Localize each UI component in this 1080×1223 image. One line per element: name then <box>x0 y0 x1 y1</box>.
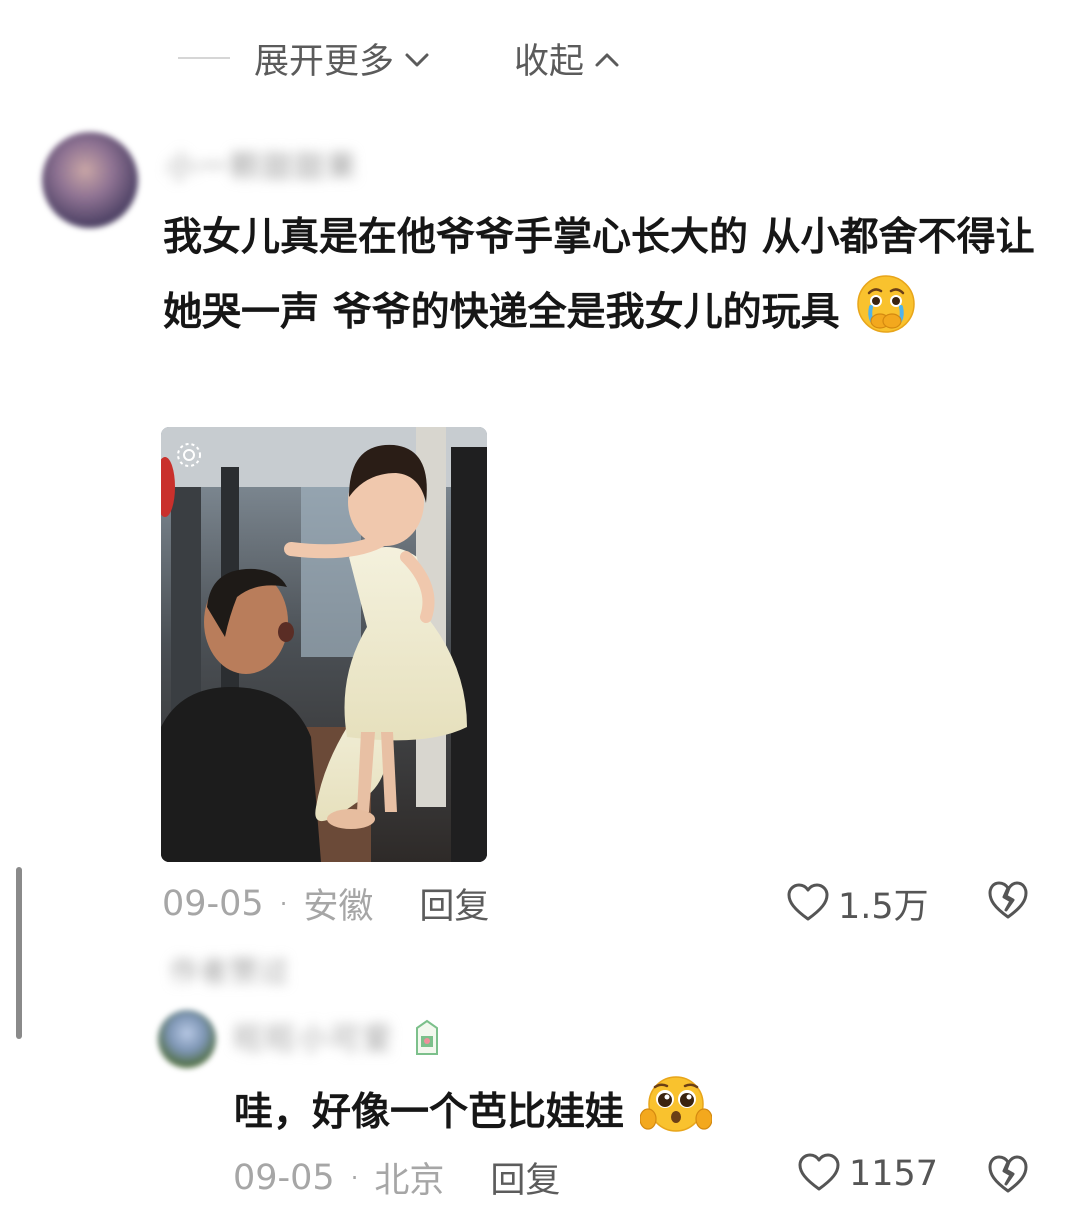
reply-text-body: 哇，好像一个芭比娃娃 <box>234 1090 625 1135</box>
meta-separator: · <box>350 1163 359 1192</box>
avatar[interactable] <box>42 132 138 228</box>
like-count: 1.5万 <box>838 887 929 927</box>
comment-photo[interactable] <box>161 427 487 862</box>
milk-carton-badge-icon <box>412 1018 442 1060</box>
reply-text: 哇，好像一个芭比娃娃 <box>234 1073 1080 1147</box>
broken-heart-icon <box>987 881 1029 924</box>
comment-location: 安徽 <box>303 887 374 927</box>
expand-more-label: 展开更多 <box>254 41 395 82</box>
dislike-button[interactable] <box>987 880 1029 924</box>
divider-line <box>178 57 230 59</box>
pleading-face-emoji-icon <box>638 1073 713 1135</box>
comment-date: 09-05 <box>162 883 264 924</box>
broken-heart-icon <box>987 1155 1029 1198</box>
chevron-down-icon <box>404 38 430 78</box>
reply-location: 北京 <box>374 1161 445 1201</box>
comment-author-name[interactable]: 小一颗甜甜果 <box>166 142 358 186</box>
reply-meta: 09-05 · 北京 回复 <box>233 1152 560 1203</box>
dislike-button[interactable] <box>987 1154 1029 1198</box>
reply-button[interactable]: 回复 <box>419 878 489 929</box>
like-count: 1157 <box>849 1154 939 1194</box>
comment-text: 我女儿真是在他爷爷手掌心长大的 从小都舍不得让她哭一声 爷爷的快递全是我女儿的玩… <box>163 202 1043 348</box>
reply-date: 09-05 <box>233 1157 335 1198</box>
comment-meta: 09-05 · 安徽 回复 <box>162 878 489 929</box>
avatar[interactable] <box>158 1010 216 1068</box>
like-button[interactable]: 1157 <box>797 1152 938 1196</box>
collapse-label: 收起 <box>514 41 585 82</box>
meta-separator: · <box>279 889 288 918</box>
reply-author-name[interactable]: 旺旺小可爱 <box>234 1014 394 1058</box>
chevron-up-icon <box>594 38 620 78</box>
thread-expand-bar: 展开更多 收起 <box>178 28 620 88</box>
comment-thread-page: 展开更多 收起 小一颗甜甜果 我女儿真是在他爷爷手掌心长大的 从小都舍不得让她哭… <box>0 0 1080 1223</box>
reply-button[interactable]: 回复 <box>490 1152 560 1203</box>
like-button[interactable]: 1.5万 <box>786 878 929 929</box>
heart-icon <box>797 1152 841 1196</box>
scrollbar[interactable] <box>16 867 22 1039</box>
expand-more-button[interactable]: 展开更多 <box>254 33 430 84</box>
collapse-button[interactable]: 收起 <box>514 33 620 84</box>
author-liked-hint: 作者赞过 <box>170 955 291 988</box>
crying-hand-over-mouth-emoji-icon <box>855 273 917 335</box>
heart-icon <box>786 882 830 926</box>
